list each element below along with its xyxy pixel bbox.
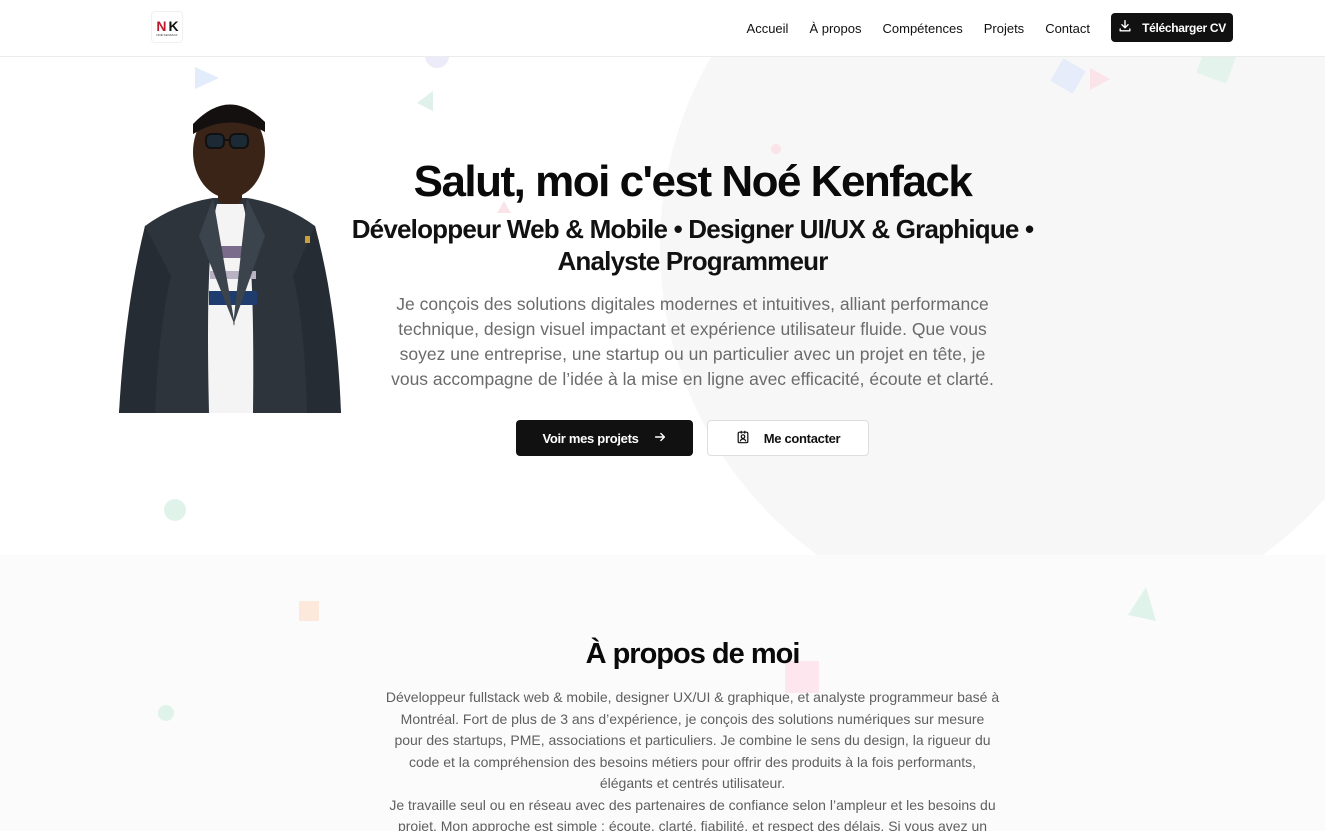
view-projects-button[interactable]: Voir mes projets [516,420,693,456]
logo-letter-k: K [168,18,178,34]
contact-me-label: Me contacter [763,430,841,446]
nav-links: Accueil À propos Compétences Projets Con… [747,0,1090,56]
download-cv-button[interactable]: Télécharger CV [1111,13,1233,42]
contact-me-button[interactable]: Me contacter [707,420,869,456]
top-navbar: N K NOÉ KENFACK Accueil À propos Compéte… [0,0,1325,57]
hero-subtitle: Développeur Web & Mobile • Designer UI/U… [351,214,1034,276]
triangle-shape-icon [417,91,433,111]
nav-link-accueil[interactable]: Accueil [747,21,789,36]
logo-mark: N K [152,19,182,33]
logo-letters: N [156,18,166,34]
about-section: À propos de moi Développeur fullstack we… [0,555,1325,831]
nav-link-competences[interactable]: Compétences [883,21,963,36]
triangle-shape-icon [1090,68,1110,90]
circle-shape-icon [425,57,449,68]
nav-link-a-propos[interactable]: À propos [809,21,861,36]
circle-shape-icon [771,144,781,154]
about-title: À propos de moi [585,638,801,670]
square-shape-icon [1196,57,1236,84]
hero-title: Salut, moi c'est Noé Kenfack [413,157,973,206]
download-icon [1118,19,1132,36]
triangle-shape-icon [1128,587,1156,621]
circle-shape-icon [158,705,174,721]
nav-link-projets[interactable]: Projets [984,21,1024,36]
contact-card-icon [736,430,750,447]
hero-description: Je conçois des solutions digitales moder… [391,294,994,389]
logo[interactable]: N K NOÉ KENFACK [152,12,182,42]
hero-section: Salut, moi c'est Noé Kenfack Développeur… [0,57,1325,555]
square-shape-icon [1050,58,1086,94]
view-projects-label: Voir mes projets [542,430,639,446]
about-paragraph-2: Je travaille seul ou en réseau avec des … [389,796,996,831]
square-shape-icon [299,601,319,621]
about-paragraph-1: Développeur fullstack web & mobile, desi… [385,689,1000,791]
arrow-right-icon [653,430,667,447]
circle-shape-icon [164,499,186,521]
logo-subtext: NOÉ KENFACK [156,33,178,37]
nav-link-contact[interactable]: Contact [1045,21,1090,36]
download-cv-label: Télécharger CV [1142,20,1226,35]
about-description: Développeur fullstack web & mobile, desi… [385,687,1000,831]
